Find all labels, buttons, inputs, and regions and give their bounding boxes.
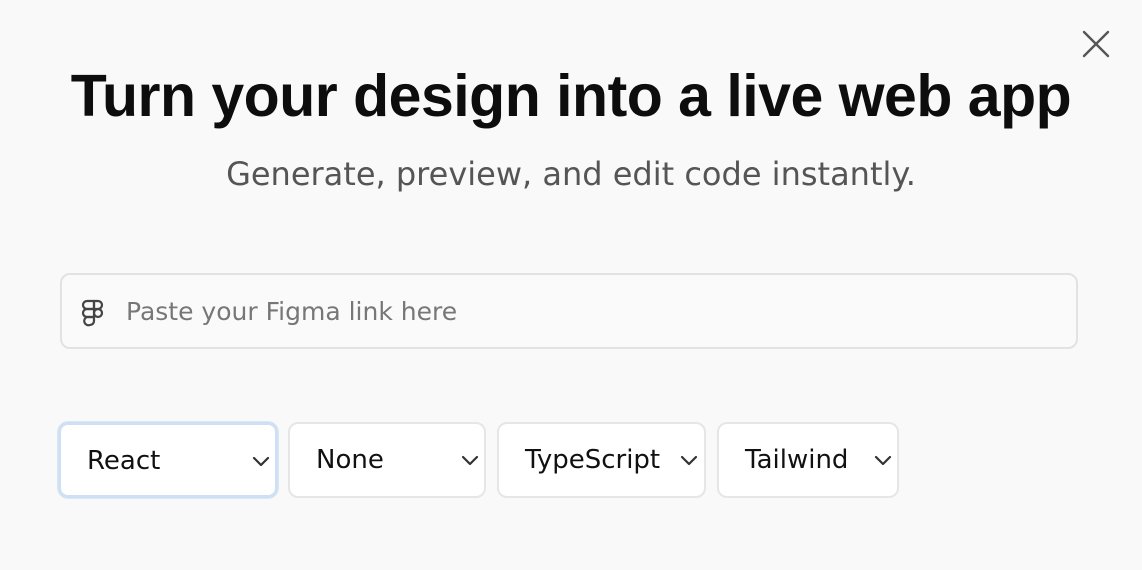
framework-select[interactable]: React <box>58 422 278 498</box>
styling-select[interactable]: Tailwind <box>717 422 899 498</box>
ui-library-select[interactable]: None <box>288 422 486 498</box>
figma-icon <box>81 299 104 327</box>
chevron-down-icon <box>874 455 892 466</box>
chevron-down-icon <box>252 456 270 467</box>
close-button[interactable] <box>1080 28 1112 60</box>
styling-select-value: Tailwind <box>745 445 849 475</box>
chevron-down-icon <box>461 455 479 466</box>
ui-library-select-value: None <box>316 445 384 475</box>
chevron-down-icon <box>680 455 698 466</box>
figma-link-field[interactable] <box>60 273 1078 349</box>
language-select-value: TypeScript <box>525 445 661 475</box>
dialog-title: Turn your design into a live web app <box>70 63 1072 129</box>
framework-select-value: React <box>87 446 161 476</box>
figma-link-input[interactable] <box>126 285 1056 337</box>
close-icon <box>1082 30 1110 58</box>
language-select[interactable]: TypeScript <box>497 422 706 498</box>
dialog-subtitle: Generate, preview, and edit code instant… <box>226 155 916 193</box>
